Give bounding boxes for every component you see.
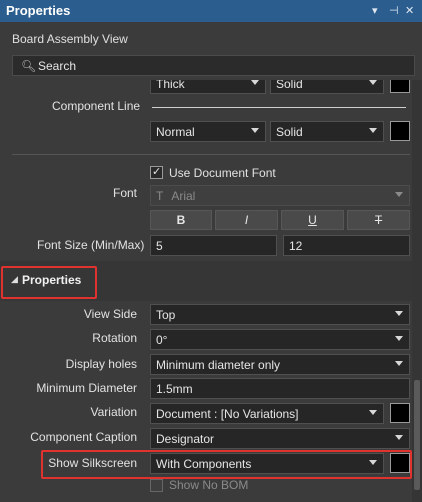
variation-color-swatch[interactable] bbox=[390, 403, 410, 423]
font-size-min-input[interactable]: 5 bbox=[150, 235, 277, 256]
component-line-label: Component Line bbox=[52, 99, 141, 113]
line-weight-value: Normal bbox=[156, 125, 195, 139]
bold-button[interactable]: B bbox=[150, 210, 212, 230]
variation-dropdown[interactable]: Document : [No Variations] bbox=[150, 403, 384, 424]
checkmark-icon: ✓ bbox=[152, 166, 162, 178]
font-name-dropdown[interactable]: T Arial bbox=[150, 185, 410, 206]
component-caption-value: Designator bbox=[156, 432, 215, 446]
font-size-label: Font Size (Min/Max) bbox=[37, 238, 145, 252]
view-side-label: View Side bbox=[83, 307, 137, 321]
component-line-preview bbox=[152, 107, 406, 108]
italic-button[interactable]: I bbox=[215, 210, 278, 230]
silkscreen-highlight bbox=[41, 450, 412, 479]
rotation-value: 0° bbox=[156, 333, 168, 347]
variation-label: Variation bbox=[90, 405, 137, 419]
view-subtitle: Board Assembly View bbox=[12, 32, 128, 46]
search-placeholder: Search bbox=[38, 59, 77, 73]
line-style-dropdown[interactable]: Solid bbox=[270, 121, 384, 142]
search-icon: 🔍︎ bbox=[21, 59, 37, 73]
component-caption-label: Component Caption bbox=[30, 430, 137, 444]
font-size-min-value: 5 bbox=[156, 239, 163, 253]
min-diameter-value: 1.5mm bbox=[156, 382, 193, 396]
panel-title: Properties bbox=[6, 3, 71, 18]
font-size-max-value: 12 bbox=[289, 239, 303, 253]
pin-icon[interactable]: ⊣ bbox=[389, 4, 399, 17]
line-weight-value-top: Thick bbox=[156, 80, 185, 91]
use-document-font-label: Use Document Font bbox=[169, 166, 276, 180]
underline-icon: U bbox=[308, 213, 317, 227]
font-size-max-input[interactable]: 12 bbox=[283, 235, 410, 256]
use-document-font-checkbox[interactable]: ✓ bbox=[150, 166, 163, 179]
display-holes-dropdown[interactable]: Minimum diameter only bbox=[150, 354, 410, 375]
divider bbox=[12, 154, 410, 155]
font-name-value: Arial bbox=[171, 189, 196, 203]
font-label: Font bbox=[113, 186, 138, 200]
italic-icon: I bbox=[244, 213, 249, 227]
rotation-dropdown[interactable]: 0° bbox=[150, 329, 410, 350]
color-swatch-line[interactable] bbox=[390, 121, 410, 141]
line-weight-dropdown-top[interactable]: Thick bbox=[150, 80, 266, 94]
bold-icon: B bbox=[176, 213, 186, 227]
view-side-value: Top bbox=[156, 308, 176, 322]
panel-titlebar: Properties ▾ ⊣ ✕ bbox=[0, 0, 422, 22]
line-weight-dropdown[interactable]: Normal bbox=[150, 121, 266, 142]
view-side-dropdown[interactable]: Top bbox=[150, 304, 410, 325]
display-holes-label: Display holes bbox=[65, 357, 137, 371]
component-caption-dropdown[interactable]: Designator bbox=[150, 428, 410, 449]
show-no-bom-checkbox[interactable] bbox=[150, 479, 163, 492]
strikethrough-button[interactable]: T bbox=[347, 210, 410, 230]
line-style-value: Solid bbox=[276, 125, 303, 139]
section-highlight bbox=[1, 266, 97, 299]
line-style-value-top: Solid bbox=[276, 80, 303, 91]
variation-value: Document : [No Variations] bbox=[156, 407, 299, 421]
color-swatch-top[interactable] bbox=[390, 80, 410, 93]
min-diameter-label: Minimum Diameter bbox=[36, 381, 137, 395]
underline-button[interactable]: U bbox=[281, 210, 344, 230]
chevron-down-icon[interactable]: ▾ bbox=[372, 4, 378, 17]
font-type-icon: T bbox=[156, 189, 164, 203]
show-no-bom-label: Show No BOM bbox=[169, 478, 249, 492]
scrollbar-thumb[interactable] bbox=[414, 380, 420, 490]
line-style-dropdown-top[interactable]: Solid bbox=[270, 80, 384, 94]
min-diameter-input[interactable]: 1.5mm bbox=[150, 378, 410, 399]
display-holes-value: Minimum diameter only bbox=[156, 358, 281, 372]
properties-content: Thick Solid Component Line Normal Solid … bbox=[0, 80, 412, 502]
close-icon[interactable]: ✕ bbox=[405, 4, 414, 17]
strikethrough-icon: T bbox=[374, 213, 383, 227]
rotation-label: Rotation bbox=[92, 331, 137, 345]
search-input[interactable]: 🔍︎ Search bbox=[12, 55, 415, 76]
